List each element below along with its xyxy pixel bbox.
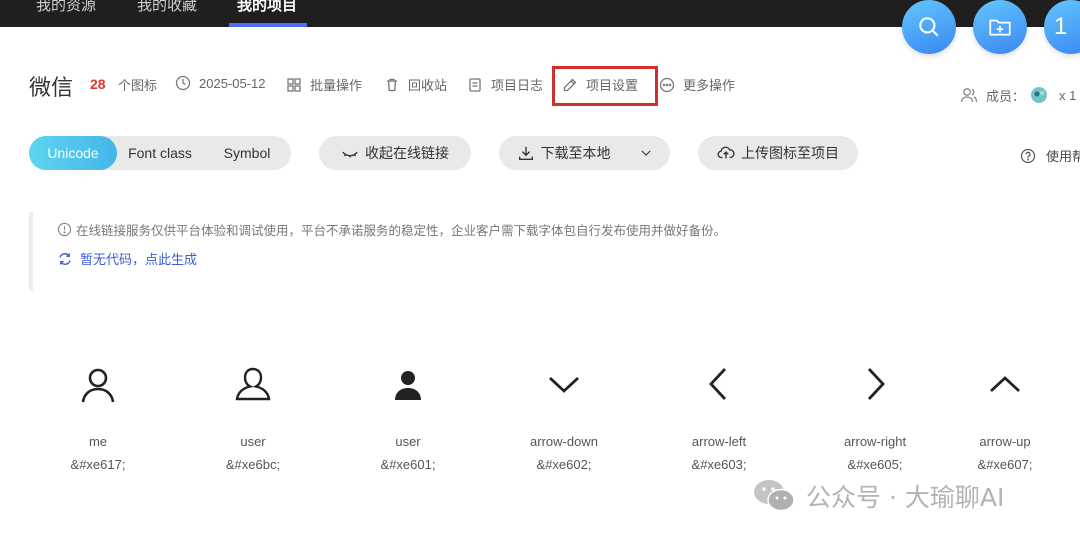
batch-icon <box>287 77 301 92</box>
highlight-box <box>552 66 658 106</box>
icon-name: arrow-down <box>530 434 598 449</box>
person-outline-icon <box>23 356 173 412</box>
members-label: 成员： <box>986 88 1026 104</box>
collapse-online-link-button[interactable]: 收起在线链接 <box>319 136 471 170</box>
icon-code: &#xe602; <box>536 457 592 472</box>
members[interactable]: 成员： x 1 <box>960 85 1076 105</box>
search-button[interactable] <box>902 0 956 54</box>
icon-card[interactable]: arrow-up &#xe607; <box>930 356 1080 472</box>
icon-code: &#xe603; <box>691 457 747 472</box>
segment-unicode[interactable]: Unicode <box>29 136 117 170</box>
icon-code: &#xe601; <box>380 457 436 472</box>
icon-name: user <box>240 434 266 449</box>
tab-my-resources[interactable]: 我的资源 <box>36 0 96 15</box>
icon-name: arrow-up <box>979 434 1031 449</box>
arrow-up-icon <box>930 356 1080 412</box>
icon-name: me <box>88 434 108 449</box>
project-title: 微信 <box>29 75 74 100</box>
icon-code: &#xe617; <box>70 457 126 472</box>
batch-operation-button[interactable]: 批量操作 <box>286 75 362 94</box>
tab-my-favorites[interactable]: 我的收藏 <box>137 0 197 15</box>
watermark-text: 公众号 · 大瑜聊AI <box>806 483 1005 512</box>
icon-count-label: 个图标 <box>118 78 158 93</box>
more-actions-button[interactable]: 更多操作 <box>659 75 735 94</box>
question-icon <box>1020 148 1036 163</box>
user-outline-icon <box>178 356 328 412</box>
icon-count: 28 <box>90 76 106 92</box>
upload-to-project-button[interactable]: 上传图标至项目 <box>698 136 858 170</box>
icon-name: user <box>395 434 421 449</box>
trash-icon <box>387 78 397 91</box>
icon-code: &#xe605; <box>847 457 903 472</box>
folder-plus-icon <box>989 19 1011 36</box>
eye-closed-icon <box>342 151 358 158</box>
notice-panel: 在线链接服务仅供平台体验和调试使用，平台不承诺服务的稳定性，企业客户需下载字体包… <box>29 212 1080 290</box>
icon-card[interactable]: arrow-right &#xe605; <box>800 356 950 472</box>
chevron-down-icon <box>640 150 651 156</box>
avatar <box>1031 87 1048 103</box>
segment-symbol[interactable]: Symbol <box>209 136 285 170</box>
icon-card[interactable]: arrow-left &#xe603; <box>644 356 794 472</box>
clock-icon <box>175 75 191 91</box>
icon-code: &#xe607; <box>977 457 1033 472</box>
wechat-icon <box>754 480 795 512</box>
refresh-icon <box>59 252 71 265</box>
user-filled-icon <box>333 356 483 412</box>
generate-code-link[interactable]: 暂无代码，点此生成 <box>57 249 197 268</box>
arrow-left-icon <box>644 356 794 412</box>
project-date: 2025-05-12 <box>175 75 266 91</box>
tab-my-projects[interactable]: 我的项目 <box>237 0 297 15</box>
fab-text: 1 <box>1054 13 1068 40</box>
members-icon <box>960 88 978 103</box>
project-log-button[interactable]: 项目日志 <box>467 75 543 94</box>
arrow-right-icon <box>800 356 950 412</box>
cloud-upload-icon <box>717 146 735 159</box>
search-icon <box>919 17 939 37</box>
icon-card[interactable]: user &#xe6bc; <box>178 356 328 472</box>
icon-name: arrow-left <box>691 434 747 449</box>
info-icon <box>57 222 72 237</box>
code-type-switch: Unicode Font class Symbol <box>29 136 291 170</box>
log-icon <box>469 77 481 92</box>
icon-name: arrow-right <box>843 434 907 449</box>
recycle-bin-button[interactable]: 回收站 <box>384 75 447 94</box>
icon-card[interactable]: arrow-down &#xe602; <box>489 356 639 472</box>
help-link[interactable]: 使用帮 <box>1020 146 1080 165</box>
segment-font-class[interactable]: Font class <box>121 136 199 170</box>
members-count: x 1 <box>1059 87 1077 103</box>
icon-code: &#xe6bc; <box>225 457 281 472</box>
arrow-down-icon <box>489 356 639 412</box>
watermark: 公众号 · 大瑜聊AI <box>752 478 1004 514</box>
icon-card[interactable]: user &#xe601; <box>333 356 483 472</box>
download-icon <box>518 146 533 160</box>
new-folder-button[interactable] <box>973 0 1027 54</box>
icon-card[interactable]: me &#xe617; <box>23 356 173 472</box>
notice-text: 在线链接服务仅供平台体验和调试使用，平台不承诺服务的稳定性，企业客户需下载字体包… <box>57 220 726 239</box>
download-local-button[interactable]: 下载至本地 <box>499 136 670 170</box>
more-icon <box>659 77 675 92</box>
active-tab-indicator <box>229 23 307 27</box>
